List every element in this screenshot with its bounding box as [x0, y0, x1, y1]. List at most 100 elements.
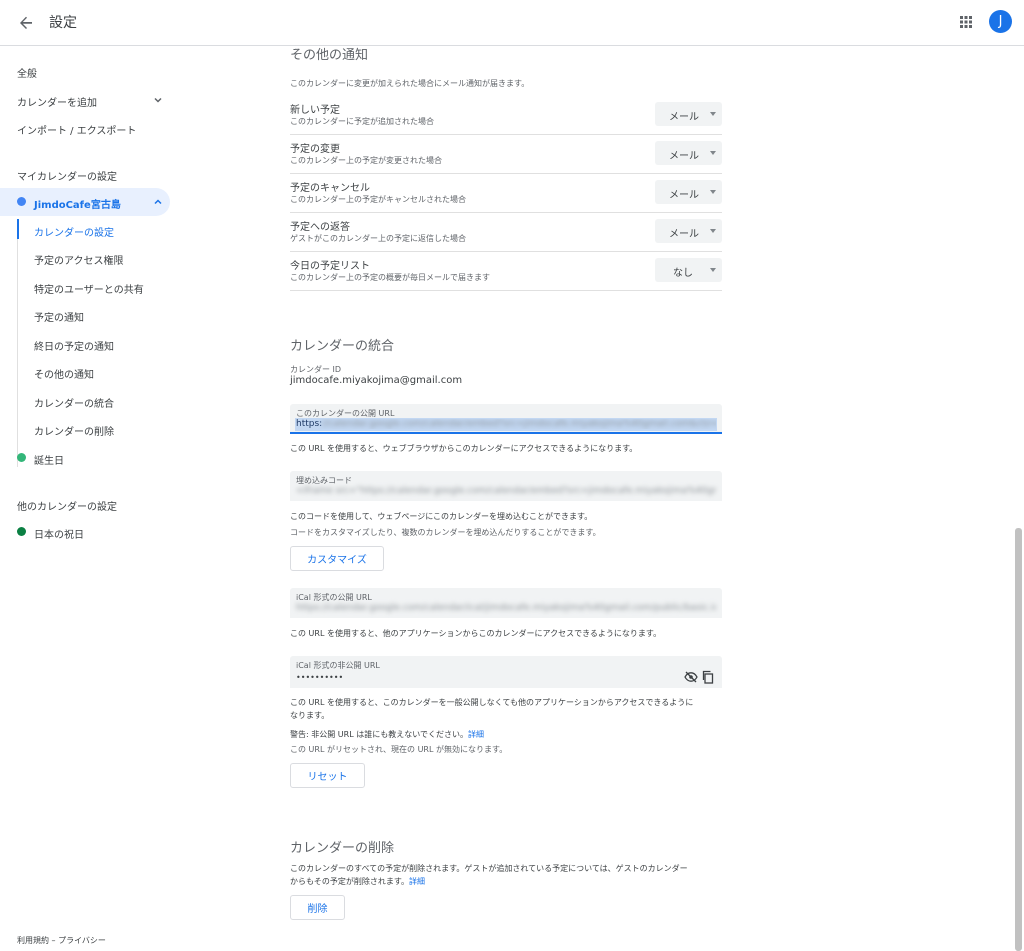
- notif-desc: ゲストがこのカレンダー上の予定に返信した場合: [290, 234, 466, 243]
- settings-sidebar: 全般 カレンダーを追加 インポート / エクスポート マイカレンダーの設定 Ji…: [0, 47, 180, 951]
- calendar-id-label: カレンダー ID: [290, 365, 342, 374]
- notif-dropdown[interactable]: メール: [655, 180, 722, 204]
- notif-dropdown[interactable]: メール: [655, 102, 722, 126]
- notif-dropdown-value: メール: [669, 190, 699, 201]
- dropdown-caret-icon: [710, 112, 716, 116]
- ical-private-note: この URL を使用すると、このカレンダーを一般公開しなくても他のアプリケーショ…: [290, 698, 694, 707]
- notif-row: 予定のキャンセル このカレンダー上の予定がキャンセルされた場合 メール: [290, 174, 722, 213]
- public-url-note: この URL を使用すると、ウェブブラウザからこのカレンダーにアクセスできるよう…: [290, 444, 638, 453]
- ical-public-note: この URL を使用すると、他のアプリケーションからこのカレンダーにアクセスでき…: [290, 629, 662, 638]
- delete-section-title: カレンダーの削除: [290, 841, 395, 856]
- embed-note: このコードを使用して、ウェブページにこのカレンダーを埋め込むことができます。: [290, 512, 593, 521]
- customize-button[interactable]: カスタマイズ: [290, 546, 384, 571]
- copy-icon[interactable]: [701, 670, 715, 684]
- notif-desc: このカレンダー上の予定が変更された場合: [290, 156, 442, 165]
- notif-desc: このカレンダー上の予定がキャンセルされた場合: [290, 195, 466, 204]
- footer: 利用規約 – プライバシー: [17, 935, 106, 946]
- nav-import-export[interactable]: インポート / エクスポート: [17, 122, 136, 137]
- nav-event-notifications[interactable]: 予定の通知: [34, 309, 84, 324]
- embed-note-secondary: コードをカスタマイズしたり、複数のカレンダーを埋め込んだりすることができます。: [290, 528, 601, 537]
- dropdown-caret-icon: [710, 151, 716, 155]
- nav-allday-notifications[interactable]: 終日の予定の通知: [34, 338, 114, 353]
- nav-share-with-people[interactable]: 特定のユーザーとの共有: [34, 281, 144, 296]
- chevron-up-icon[interactable]: [153, 197, 163, 207]
- other-notifications-title: その他の通知: [290, 48, 369, 63]
- my-calendars-heading: マイカレンダーの設定: [17, 172, 117, 183]
- notif-dropdown[interactable]: なし: [655, 258, 722, 282]
- app-header: 設定 J: [0, 0, 1024, 46]
- nav-access-permissions[interactable]: 予定のアクセス権限: [34, 252, 124, 267]
- nav-integrate-calendar[interactable]: カレンダーの統合: [34, 395, 114, 410]
- footer-separator: –: [49, 936, 59, 945]
- nav-other-notifications[interactable]: その他の通知: [34, 366, 94, 381]
- chevron-down-icon[interactable]: [153, 95, 163, 105]
- nav-calendar-settings[interactable]: カレンダーの設定: [34, 224, 114, 239]
- ical-private-label: iCal 形式の非公開 URL: [296, 661, 380, 670]
- nav-add-calendar[interactable]: カレンダーを追加: [17, 94, 97, 109]
- dropdown-caret-icon: [710, 268, 716, 272]
- notif-row: 予定の変更 このカレンダー上の予定が変更された場合 メール: [290, 135, 722, 174]
- dropdown-caret-icon: [710, 190, 716, 194]
- page-title: 設定: [49, 15, 77, 31]
- scrollbar-thumb[interactable]: [1015, 528, 1022, 951]
- reset-button[interactable]: リセット: [290, 763, 365, 788]
- embed-code-field[interactable]: 埋め込みコード <iframe src="https://calendar.go…: [290, 471, 722, 501]
- ical-private-note-cont: なります。: [290, 711, 330, 720]
- delete-desc: このカレンダーのすべての予定が削除されます。ゲストが追加されている予定については…: [290, 864, 688, 873]
- ical-public-label: iCal 形式の公開 URL: [296, 593, 372, 602]
- public-url-field[interactable]: このカレンダーの公開 URL https://calendar.google.c…: [290, 404, 722, 434]
- ical-public-field[interactable]: iCal 形式の公開 URL https://calendar.google.c…: [290, 588, 722, 618]
- notif-dropdown[interactable]: メール: [655, 219, 722, 243]
- visibility-off-icon[interactable]: [684, 670, 698, 684]
- other-notifications-desc: このカレンダーに変更が加えられた場合にメール通知が届きます。: [290, 79, 530, 88]
- notif-row: 今日の予定リスト このカレンダー上の予定の概要が毎日メールで届きます なし: [290, 252, 722, 291]
- back-arrow-icon[interactable]: [13, 10, 39, 36]
- holiday-color-dot: [17, 527, 26, 536]
- notif-row: 新しい予定 このカレンダーに予定が追加された場合 メール: [290, 96, 722, 135]
- notif-dropdown-value: なし: [673, 268, 693, 279]
- warning-text: 警告: 非公開 URL は誰にも教えないでください。: [290, 730, 468, 739]
- nav-remove-calendar[interactable]: カレンダーの削除: [34, 423, 114, 438]
- focus-underline: [290, 432, 722, 434]
- public-url-value[interactable]: https://calendar.google.com/calendar/emb…: [296, 419, 716, 429]
- notif-dropdown-value: メール: [669, 229, 699, 240]
- privacy-link[interactable]: プライバシー: [58, 936, 106, 945]
- my-calendar-name[interactable]: JimdoCafe宮古島: [34, 196, 121, 211]
- integration-title: カレンダーの統合: [290, 339, 395, 354]
- public-url-prefix: https:: [296, 419, 323, 429]
- calendar-id-value: jimdocafe.miyakojima@gmail.com: [290, 375, 463, 386]
- notif-title: 予定への返答: [290, 222, 350, 233]
- reset-note: この URL がリセットされ、現在の URL が無効になります。: [290, 745, 508, 754]
- embed-code-label: 埋め込みコード: [296, 476, 352, 485]
- dropdown-caret-icon: [710, 229, 716, 233]
- notif-title: 予定の変更: [290, 144, 340, 155]
- calendar-color-dot: [17, 197, 26, 206]
- ical-public-value[interactable]: https://calendar.google.com/calendar/ica…: [296, 603, 716, 613]
- nav-birthdays[interactable]: 誕生日: [34, 452, 64, 467]
- active-indicator: [17, 219, 19, 239]
- ical-private-field[interactable]: iCal 形式の非公開 URL ••••••••••: [290, 656, 722, 688]
- notif-title: 新しい予定: [290, 105, 340, 116]
- notif-desc: このカレンダー上の予定の概要が毎日メールで届きます: [290, 273, 490, 282]
- warning-details-link[interactable]: 詳細: [468, 730, 484, 739]
- birthday-color-dot: [17, 453, 26, 462]
- account-avatar[interactable]: J: [989, 10, 1012, 33]
- terms-link[interactable]: 利用規約: [17, 936, 49, 945]
- nav-general[interactable]: 全般: [17, 65, 37, 80]
- notif-dropdown-value: メール: [669, 112, 699, 123]
- delete-desc-text: からもその予定が削除されます。: [290, 877, 410, 886]
- tree-line: [17, 219, 18, 467]
- embed-code-value[interactable]: <iframe src="https://calendar.google.com…: [296, 486, 716, 496]
- delete-details-link[interactable]: 詳細: [409, 877, 425, 886]
- notif-dropdown[interactable]: メール: [655, 141, 722, 165]
- ical-private-value[interactable]: ••••••••••: [296, 673, 716, 682]
- nav-japan-holidays[interactable]: 日本の祝日: [34, 526, 84, 541]
- apps-grid-icon[interactable]: [955, 11, 977, 33]
- delete-button[interactable]: 削除: [290, 895, 345, 920]
- notif-title: 今日の予定リスト: [290, 261, 370, 272]
- notif-dropdown-value: メール: [669, 151, 699, 162]
- other-calendars-heading: 他のカレンダーの設定: [17, 502, 117, 513]
- notif-desc: このカレンダーに予定が追加された場合: [290, 117, 434, 126]
- notif-title: 予定のキャンセル: [290, 183, 370, 194]
- public-url-rest: //calendar.google.com/calendar/embed?src…: [322, 419, 716, 429]
